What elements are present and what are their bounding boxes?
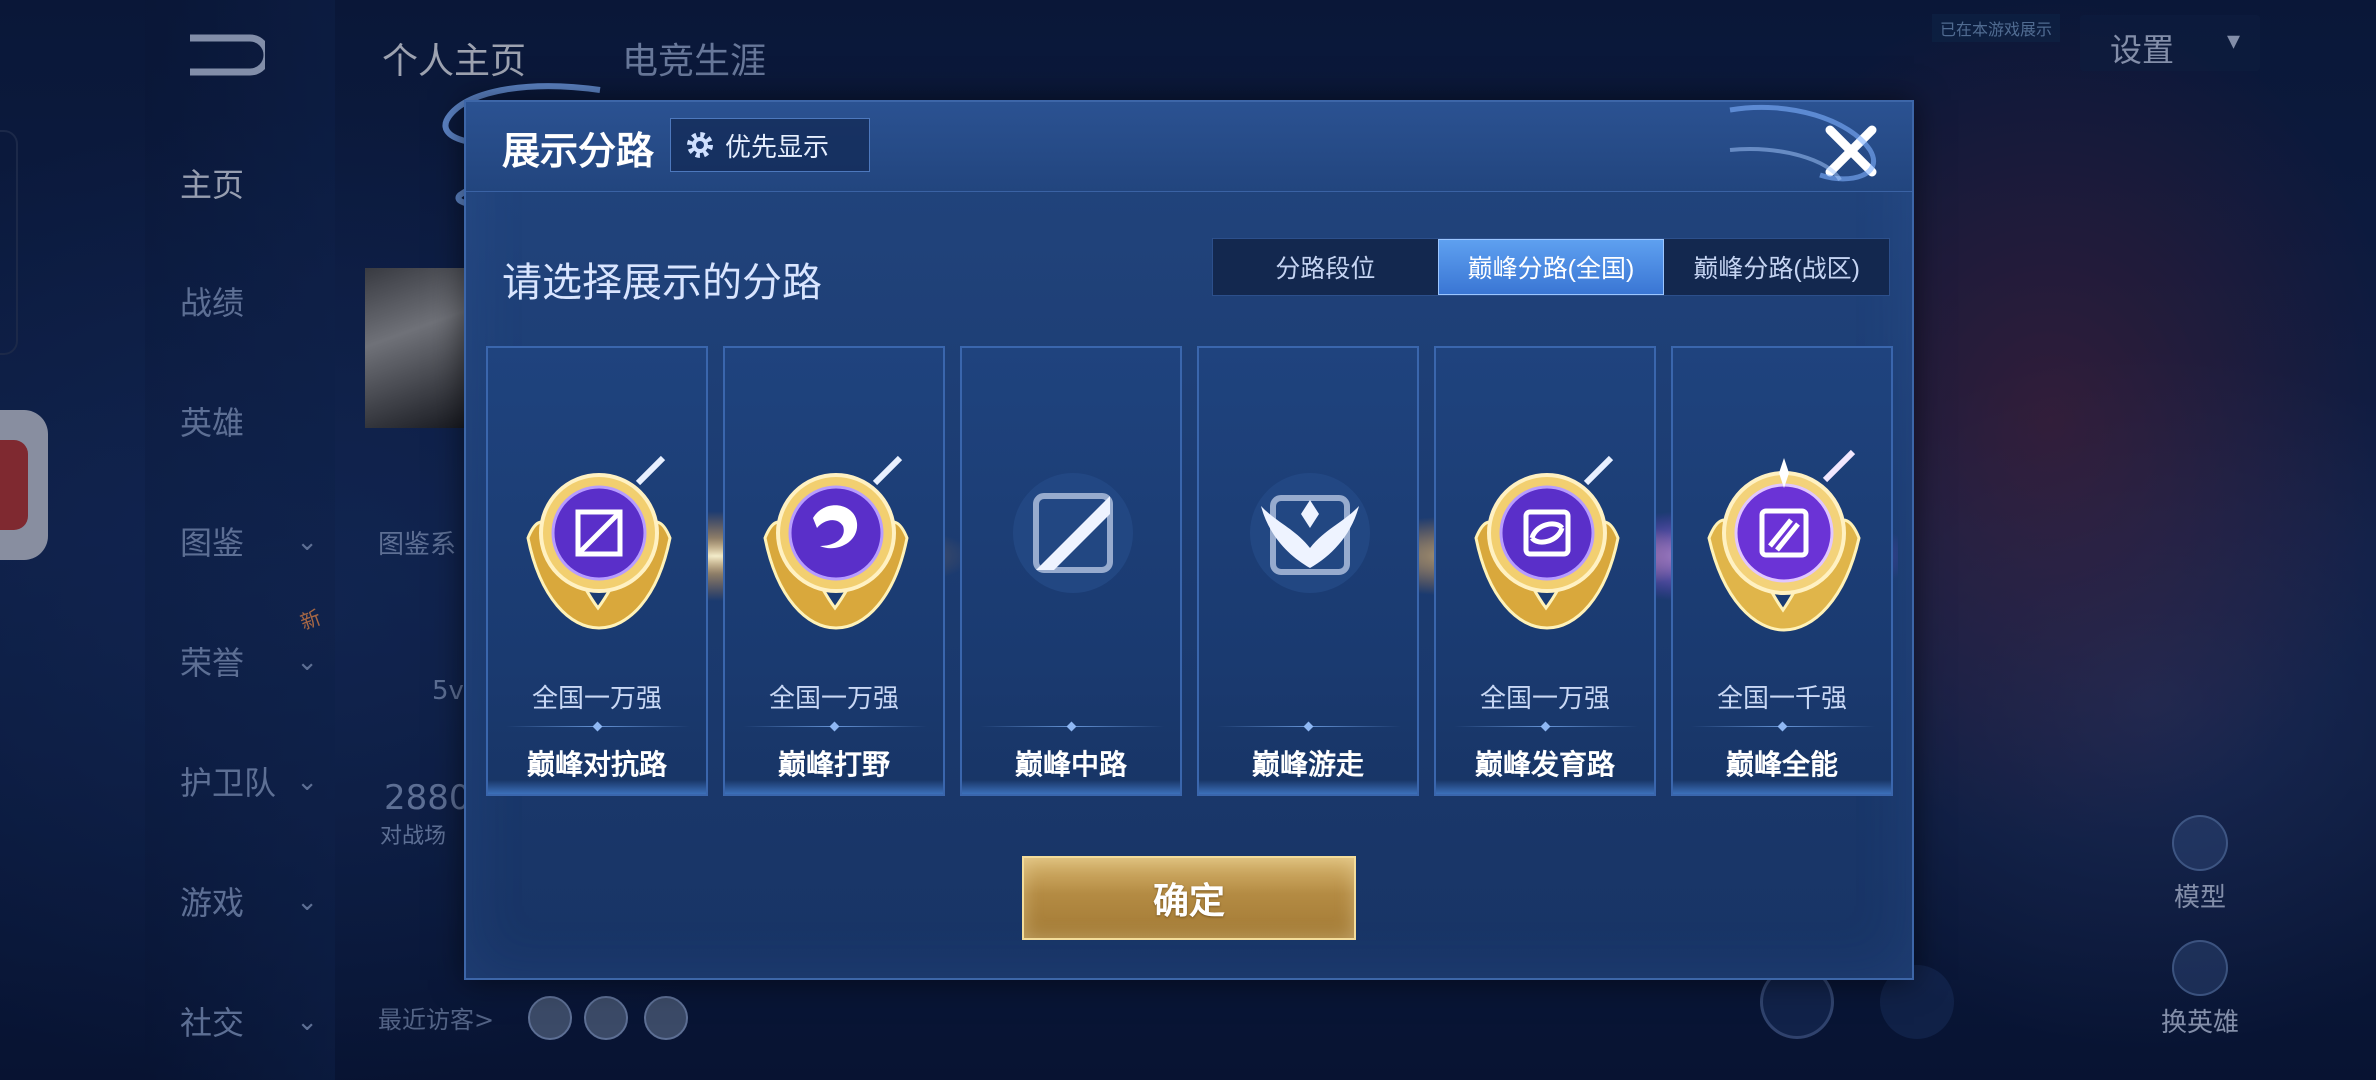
lane-card-mid[interactable]: 巅峰中路	[960, 346, 1182, 796]
priority-display-button[interactable]: 优先显示	[670, 118, 870, 172]
card-rank-text: 全国一万强	[1479, 683, 1610, 713]
lane-card-bot[interactable]: 全国一万强 巅峰发育路	[1434, 346, 1656, 796]
lane-card-top[interactable]: 全国一万强 巅峰对抗路	[486, 346, 708, 796]
card-lane-label: 巅峰游走	[1251, 749, 1364, 780]
card-divider	[1217, 726, 1401, 727]
tab-peak-lane-national[interactable]: 巅峰分路(全国)	[1437, 239, 1665, 295]
card-rank-text: 全国一千强	[1716, 683, 1847, 713]
lane-source-tabs: 分路段位 巅峰分路(全国) 巅峰分路(战区)	[1212, 238, 1890, 296]
lane-card-list: 全国一万强 巅峰对抗路 全国一万强 巅峰打野 巅峰中路 巅峰游走 全国一万强 巅…	[486, 346, 1898, 796]
modal-title: 展示分路	[502, 131, 655, 173]
decorative-cloud-swirl	[1729, 104, 1876, 182]
display-lane-modal: 展示分路 优先显示 请选择展示的分路 分路段位 巅峰分路(全国) 巅峰分路(战区…	[464, 100, 1914, 980]
tab-peak-lane-region[interactable]: 巅峰分路(战区)	[1664, 239, 1889, 295]
top-lane-badge-icon	[526, 455, 672, 630]
jungle-badge-icon	[763, 455, 909, 630]
lane-card-roam[interactable]: 巅峰游走	[1197, 346, 1419, 796]
all-round-badge-icon	[1707, 449, 1861, 632]
lane-card-jungle[interactable]: 全国一万强 巅峰打野	[723, 346, 945, 796]
modal-subtitle: 请选择展示的分路	[502, 261, 822, 305]
card-lane-label: 巅峰对抗路	[526, 749, 667, 780]
mid-lane-icon	[1013, 473, 1133, 593]
confirm-button[interactable]: 确定	[1022, 856, 1356, 940]
card-lane-label: 巅峰中路	[1014, 749, 1127, 780]
card-lane-label: 巅峰发育路	[1474, 749, 1615, 780]
card-divider	[1691, 726, 1875, 727]
card-lane-label: 巅峰打野	[777, 749, 890, 780]
gear-icon	[687, 132, 713, 158]
card-lane-label: 巅峰全能	[1725, 749, 1838, 780]
tab-lane-rank[interactable]: 分路段位	[1213, 239, 1438, 295]
bot-lane-badge-icon	[1474, 455, 1620, 630]
card-rank-text: 全国一万强	[768, 683, 899, 713]
card-divider	[1454, 726, 1638, 727]
card-divider	[743, 726, 927, 727]
card-rank-text: 全国一万强	[531, 683, 662, 713]
roam-lane-icon	[1250, 473, 1370, 593]
card-divider	[506, 726, 690, 727]
priority-display-label: 优先显示	[725, 131, 830, 162]
card-divider	[980, 726, 1164, 727]
lane-card-all-round[interactable]: 全国一千强 巅峰全能	[1671, 346, 1893, 796]
